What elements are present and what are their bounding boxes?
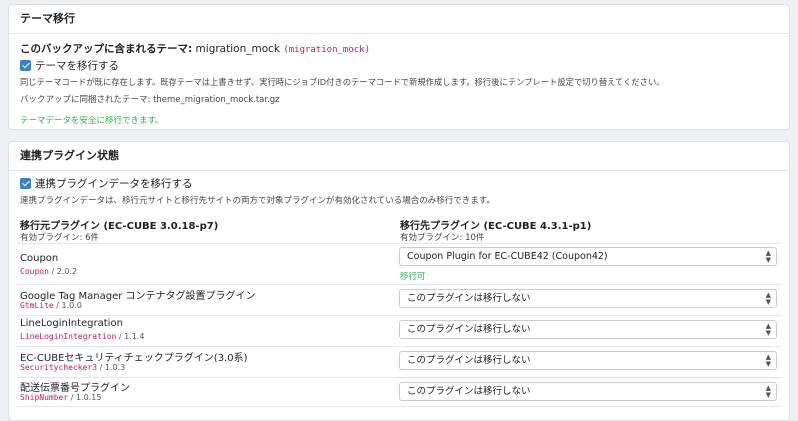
- plugin-status-header: 連携プラグイン状態: [9, 142, 789, 171]
- theme-safe-message: テーマデータを安全に移行できます。: [20, 116, 164, 126]
- plugin-version: / 1.0.3: [99, 363, 126, 372]
- bundled-theme-file: バックアップに同梱されたテーマ: theme_migration_mock.ta…: [20, 95, 280, 105]
- plugin-code-version: ShipNumber / 1.0.15: [20, 393, 101, 402]
- plugin-code-version: Coupon / 2.0.2: [20, 267, 77, 276]
- plugin-version: / 1.1.4: [118, 332, 145, 341]
- plugin-code: ShipNumber: [20, 393, 69, 402]
- target-plugin-select[interactable]: このプラグインは移行しない ▲ ▼: [399, 351, 777, 370]
- row-divider: [17, 315, 781, 316]
- row-divider: [17, 346, 781, 347]
- plugin-code: GtmLite: [20, 301, 54, 310]
- table-header-divider: [17, 243, 781, 244]
- target-plugin-selected: Coupon Plugin for EC-CUBE42 (Coupon42): [407, 251, 608, 262]
- theme-migration-card: テーマ移行 このバックアップに含まれるテーマ: migration_mock (…: [8, 4, 790, 130]
- target-plugin-select[interactable]: Coupon Plugin for EC-CUBE42 (Coupon42) ▲…: [399, 247, 777, 266]
- theme-migrate-checkbox[interactable]: [20, 60, 31, 71]
- plugin-code: Securitychecker3: [20, 363, 98, 372]
- row-divider: [17, 377, 781, 378]
- target-plugin-selected: このプラグインは移行しない: [407, 386, 531, 397]
- plugin-status-card: 連携プラグイン状態 連携プラグインデータを移行する 連携プラグインデータは、移行…: [8, 141, 790, 421]
- select-arrow-icon: ▲ ▼: [765, 322, 771, 337]
- plugin-code: Coupon: [20, 267, 49, 276]
- plugin-migrate-label[interactable]: 連携プラグインデータを移行する: [35, 176, 193, 191]
- plugin-name: EC-CUBEセキュリティチェックプラグイン(3.0系): [20, 353, 248, 364]
- plugin-version: / 1.0.15: [70, 393, 102, 402]
- plugin-name: 配送伝票番号プラグイン: [20, 383, 130, 394]
- plugin-description: 連携プラグインデータは、移行元サイトと移行先サイトの両方で対象プラグインが有効化…: [20, 196, 495, 206]
- target-plugins-title: 移行先プラグイン (EC-CUBE 4.3.1-p1): [400, 221, 592, 232]
- backup-theme-code: (migration_mock): [283, 45, 371, 55]
- target-plugin-select[interactable]: このプラグインは移行しない ▲ ▼: [399, 289, 777, 308]
- row-divider: [17, 284, 781, 285]
- plugin-version: / 1.0.0: [56, 301, 82, 310]
- backup-theme-label: このバックアップに含まれるテーマ:: [20, 43, 193, 55]
- target-plugin-select[interactable]: このプラグインは移行しない ▲ ▼: [399, 320, 777, 339]
- target-plugin-select[interactable]: このプラグインは移行しない ▲ ▼: [399, 382, 777, 401]
- plugin-code-version: Securitychecker3 / 1.0.3: [20, 363, 125, 372]
- plugin-migrate-checkbox[interactable]: [20, 178, 31, 189]
- target-plugin-selected: このプラグインは移行しない: [407, 355, 531, 366]
- plugin-status: 移行可: [400, 272, 426, 282]
- plugin-name: Coupon: [20, 253, 59, 264]
- plugin-code: LineLoginIntegration: [20, 332, 117, 341]
- row-divider: [17, 406, 781, 407]
- target-plugins-count: 有効プラグイン: 10件: [400, 233, 485, 243]
- source-plugins-title: 移行元プラグイン (EC-CUBE 3.0.18-p7): [20, 221, 219, 232]
- target-plugin-selected: このプラグインは移行しない: [407, 293, 531, 304]
- plugin-code-version: LineLoginIntegration / 1.1.4: [20, 332, 144, 341]
- plugin-version: / 2.0.2: [51, 267, 78, 276]
- theme-migration-header: テーマ移行: [9, 5, 789, 34]
- select-arrow-icon: ▲ ▼: [765, 291, 771, 306]
- select-arrow-icon: ▲ ▼: [765, 249, 771, 264]
- plugin-name: LineLoginIntegration: [20, 318, 123, 329]
- plugin-code-version: GtmLite / 1.0.0: [20, 301, 82, 310]
- backup-theme-line: このバックアップに含まれるテーマ: migration_mock (migrat…: [20, 41, 370, 56]
- theme-description: 同じテーマコードが既に存在します。既存テーマは上書きせず、実行時にジョブID付き…: [20, 77, 665, 87]
- select-arrow-icon: ▲ ▼: [765, 384, 771, 399]
- plugin-name: Google Tag Manager コンテナタグ設置プラグイン: [20, 291, 256, 302]
- select-arrow-icon: ▲ ▼: [765, 353, 771, 368]
- target-plugin-selected: このプラグインは移行しない: [407, 324, 531, 335]
- backup-theme-name: migration_mock: [195, 43, 280, 55]
- theme-migrate-label[interactable]: テーマを移行する: [35, 58, 119, 73]
- source-plugins-count: 有効プラグイン: 6件: [20, 233, 99, 243]
